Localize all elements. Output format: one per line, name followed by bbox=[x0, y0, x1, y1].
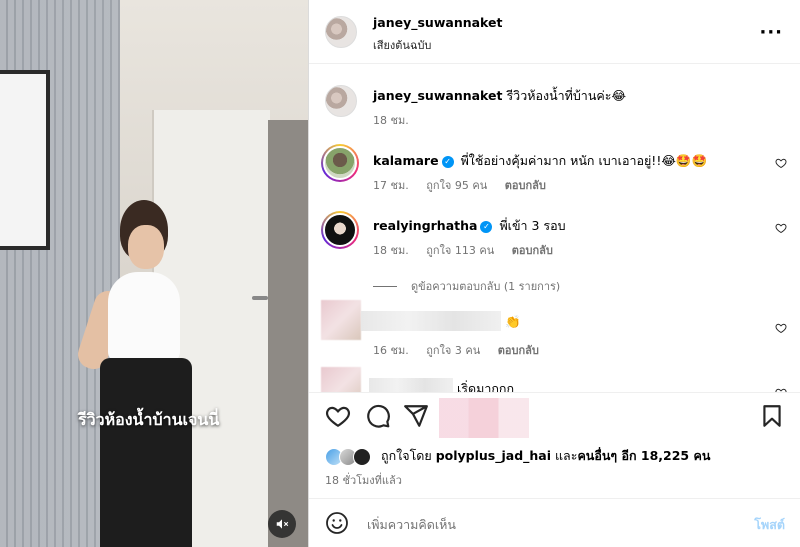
author-username[interactable]: janey_suwannaket bbox=[373, 15, 502, 30]
reply-button[interactable]: ตอบกลับ bbox=[512, 244, 553, 257]
heart-icon[interactable] bbox=[775, 222, 787, 234]
avatar[interactable] bbox=[321, 211, 359, 249]
post-viewer: รีวิวห้องน้ำบ้านเจนนี่ janey_suwannaket … bbox=[0, 0, 800, 547]
comment-icon[interactable] bbox=[365, 403, 391, 429]
mute-button[interactable] bbox=[268, 510, 296, 538]
comment-username[interactable]: kalamare bbox=[373, 153, 439, 168]
video-person-face bbox=[128, 225, 164, 269]
action-bar bbox=[309, 392, 800, 436]
share-icon[interactable] bbox=[403, 403, 429, 429]
caption-username[interactable]: janey_suwannaket bbox=[373, 88, 502, 103]
comment-text: 👏 bbox=[504, 314, 521, 329]
comment-meta: 16 ชม. ถูกใจ 3 คน ตอบกลับ bbox=[373, 341, 553, 359]
list-item: เริ่ดมากกก bbox=[369, 378, 514, 392]
reply-button[interactable]: ตอบกลับ bbox=[505, 179, 546, 192]
comment-text: เริ่ดมากกก bbox=[456, 381, 515, 392]
caption: janey_suwannaket รีวิวห้องน้ำที่บ้านค่ะ😂 bbox=[373, 86, 626, 106]
comments-list[interactable]: janey_suwannaket รีวิวห้องน้ำที่บ้านค่ะ😂… bbox=[309, 65, 800, 392]
post-header: janey_suwannaket เสียงต้นฉบับ ··· bbox=[309, 0, 800, 64]
blurred-username[interactable] bbox=[361, 311, 501, 331]
post-panel: janey_suwannaket เสียงต้นฉบับ ··· janey_… bbox=[308, 0, 800, 547]
speaker-muted-icon bbox=[276, 519, 289, 529]
video-person-top bbox=[108, 272, 180, 362]
list-item: 👏 bbox=[361, 311, 521, 331]
list-item: kalamare ✓ พี่ใช้อย่างคุ้มค่ามาก หนัก เบา… bbox=[373, 151, 707, 171]
comment-time[interactable]: 18 ชม. bbox=[373, 244, 409, 257]
video-person-skirt bbox=[100, 358, 192, 547]
comment-likes[interactable]: ถูกใจ 113 คน bbox=[426, 244, 494, 257]
video-door-edge bbox=[268, 120, 308, 547]
divider bbox=[373, 286, 397, 287]
comment-meta: 18 ชม. ถูกใจ 113 คน ตอบกลับ bbox=[373, 241, 567, 259]
avatar[interactable] bbox=[325, 85, 357, 117]
list-item: realyingrhatha ✓ พี่เข้า 3 รอบ bbox=[373, 216, 566, 236]
avatar[interactable] bbox=[325, 16, 357, 48]
avatar[interactable] bbox=[353, 448, 371, 466]
heart-icon[interactable] bbox=[775, 322, 787, 334]
bookmark-icon[interactable] bbox=[759, 403, 785, 429]
video-frame bbox=[0, 70, 50, 250]
comment-likes[interactable]: ถูกใจ 3 คน bbox=[426, 344, 480, 357]
comment-text: พี่ใช้อย่างคุ้มค่ามาก หนัก เบาเอาอยู่!!😂… bbox=[460, 153, 708, 168]
view-replies-button[interactable]: ดูข้อความตอบกลับ (1 รายการ) bbox=[373, 277, 560, 295]
reply-button[interactable]: ตอบกลับ bbox=[498, 344, 539, 357]
censored-overlay bbox=[439, 398, 529, 438]
likes-middle: และ bbox=[551, 448, 578, 463]
post-timestamp[interactable]: 18 ชั่วโมงที่แล้ว bbox=[325, 471, 402, 489]
heart-icon[interactable] bbox=[325, 403, 351, 429]
verified-icon: ✓ bbox=[480, 221, 493, 233]
comment-username[interactable]: realyingrhatha bbox=[373, 218, 477, 233]
emoji-icon[interactable] bbox=[325, 511, 349, 535]
video-player[interactable]: รีวิวห้องน้ำบ้านเจนนี่ bbox=[0, 0, 308, 547]
view-replies-label: ดูข้อความตอบกลับ (1 รายการ) bbox=[411, 280, 561, 293]
comment-time[interactable]: 16 ชม. bbox=[373, 344, 409, 357]
caption-text: รีวิวห้องน้ำที่บ้านค่ะ😂 bbox=[506, 88, 627, 103]
comment-text: พี่เข้า 3 รอบ bbox=[499, 218, 566, 233]
comment-composer: โพสต์ bbox=[309, 498, 800, 547]
blurred-username[interactable] bbox=[369, 378, 453, 392]
post-button[interactable]: โพสต์ bbox=[754, 515, 785, 535]
comment-likes[interactable]: ถูกใจ 95 คน bbox=[426, 179, 487, 192]
likes-summary: ถูกใจโดย polyplus_jad_hai และคนอื่นๆ อีก… bbox=[381, 446, 710, 466]
liker-avatars[interactable] bbox=[325, 448, 377, 466]
avatar[interactable] bbox=[321, 300, 361, 340]
avatar[interactable] bbox=[321, 367, 361, 392]
video-door-handle bbox=[252, 296, 268, 300]
verified-icon: ✓ bbox=[441, 156, 454, 168]
comment-time[interactable]: 17 ชม. bbox=[373, 179, 409, 192]
liker-username[interactable]: polyplus_jad_hai bbox=[436, 448, 551, 463]
comment-meta: 17 ชม. ถูกใจ 95 คน ตอบกลับ bbox=[373, 176, 560, 194]
video-overlay-text: รีวิวห้องน้ำบ้านเจนนี่ bbox=[78, 410, 220, 429]
heart-icon[interactable] bbox=[775, 157, 787, 169]
audio-label[interactable]: เสียงต้นฉบับ bbox=[373, 36, 431, 54]
caption-time[interactable]: 18 ชม. bbox=[373, 111, 409, 129]
more-icon[interactable]: ··· bbox=[759, 22, 783, 43]
avatar[interactable] bbox=[321, 144, 359, 182]
comment-input[interactable] bbox=[367, 513, 727, 535]
likes-prefix: ถูกใจโดย bbox=[381, 448, 436, 463]
likes-others[interactable]: คนอื่นๆ อีก 18,225 คน bbox=[577, 448, 710, 463]
